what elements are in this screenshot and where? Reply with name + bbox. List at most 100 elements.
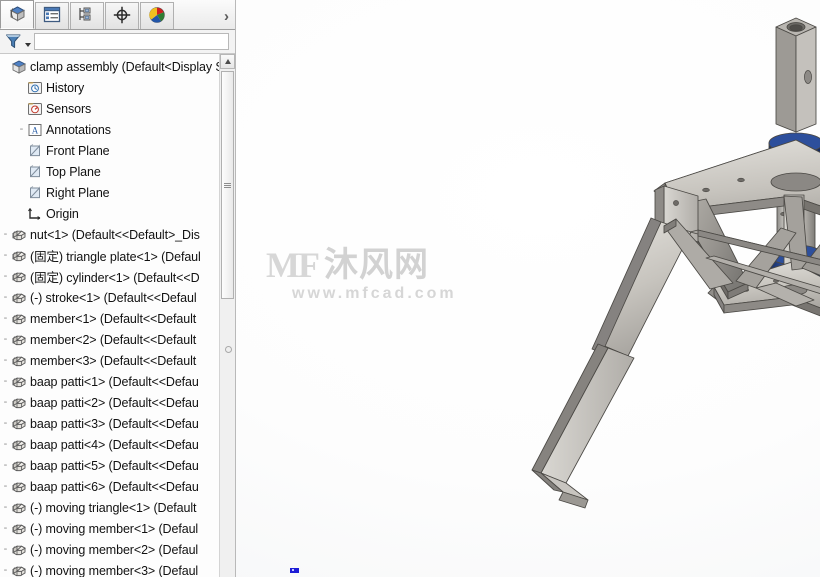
tree-node[interactable]: - (-) moving member<2> (Defaul [0,539,219,560]
tree-expand-toggle[interactable]: - [1,376,10,387]
tree-node[interactable]: - (固定) cylinder<1> (Default<<D [0,266,219,287]
tree-node[interactable]: Front Plane [0,140,219,161]
tree-node[interactable]: - member<2> (Default<<Default [0,329,219,350]
tree-filter-input[interactable] [34,33,229,50]
tree-node[interactable]: Right Plane [0,182,219,203]
tree-node-label: member<2> (Default<<Default [30,332,197,347]
display-manager-tab[interactable] [140,2,174,29]
sensors-icon [26,100,43,117]
dimxpert-manager-tab[interactable] [105,2,139,29]
configuration-manager-tab[interactable] [70,2,104,29]
tree-expand-toggle[interactable]: - [1,565,10,576]
tree-node-label: member<1> (Default<<Default [30,311,197,326]
annotations-icon: A [26,121,43,138]
part-icon [10,415,27,432]
filter-dropdown-arrow-icon[interactable] [25,42,31,47]
part-icon [10,289,27,306]
tree-node-label: (固定) cylinder<1> (Default<<D [30,271,200,285]
tree-expand-toggle[interactable]: - [1,355,10,366]
feature-tree-container: clamp assembly (Default<Display S History… [0,54,235,577]
tree-expand-toggle[interactable]: - [1,292,10,303]
tree-node[interactable]: - (-) moving member<3> (Defaul [0,560,219,577]
tree-node[interactable]: - (-) moving member<1> (Defaul [0,518,219,539]
tree-node-label: baap patti<3> (Default<<Defau [30,416,199,431]
tree-node-label: (-) stroke<1> (Default<<Defaul [30,290,197,305]
part-icon [10,247,27,264]
tree-node[interactable]: - baap patti<5> (Default<<Defau [0,455,219,476]
part-icon [10,520,27,537]
tree-node-label: baap patti<6> (Default<<Defau [30,479,199,494]
tree-expand-toggle[interactable]: - [1,313,10,324]
tree-node[interactable]: - baap patti<3> (Default<<Defau [0,413,219,434]
tree-node-label: Right Plane [46,185,110,200]
tree-expand-toggle[interactable]: - [1,229,10,240]
tree-node-label: (-) moving member<3> (Defaul [30,563,199,577]
tree-node-label: clamp assembly (Default<Display S [30,59,219,74]
tree-expand-toggle[interactable]: - [1,544,10,555]
funnel-filter-icon[interactable] [2,32,24,52]
feature-tree[interactable]: clamp assembly (Default<Display S History… [0,54,219,577]
property-manager-tab[interactable] [35,2,69,29]
part-icon [10,310,27,327]
origin-triad-icon [290,568,299,573]
tree-node[interactable]: - baap patti<2> (Default<<Defau [0,392,219,413]
origin-icon [26,205,43,222]
tree-expand-toggle[interactable]: - [1,334,10,345]
plane-icon [26,163,43,180]
tree-node-label: Front Plane [46,143,110,158]
tree-node-label: member<3> (Default<<Default [30,353,197,368]
part-icon [10,541,27,558]
tree-expand-toggle[interactable]: - [1,523,10,534]
tree-root-node[interactable]: clamp assembly (Default<Display S [0,56,219,77]
tree-expand-toggle[interactable]: - [1,271,10,282]
history-icon [26,79,43,96]
tree-node-label: baap patti<4> (Default<<Defau [30,437,199,452]
feature-manager-tab[interactable] [0,0,34,29]
tree-expand-toggle[interactable]: - [1,250,10,261]
list-panel-icon [43,6,61,26]
part-icon [10,457,27,474]
graphics-viewport[interactable]: MF 沐风网 www.mfcad.com [236,0,820,577]
tree-node-label: nut<1> (Default<<Default>_Dis [30,227,200,242]
tree-filter-bar [0,30,235,54]
part-icon [10,352,27,369]
tree-node[interactable]: - nut<1> (Default<<Default>_Dis [0,224,219,245]
tree-expand-toggle[interactable]: - [1,481,10,492]
tree-node[interactable]: - (固定) triangle plate<1> (Defaul [0,245,219,266]
blue-cube-icon [8,4,27,26]
tree-node[interactable]: - A Annotations [0,119,219,140]
tree-node-label: (-) moving member<2> (Defaul [30,542,199,557]
tree-expand-toggle[interactable]: - [1,502,10,513]
tree-expand-toggle[interactable]: - [1,418,10,429]
tree-expand-toggle[interactable]: - [17,124,26,135]
tree-node[interactable]: - member<3> (Default<<Default [0,350,219,371]
part-icon [10,394,27,411]
feature-tree-scrollbar[interactable] [219,54,235,577]
tree-node[interactable]: - (-) moving triangle<1> (Default [0,497,219,518]
tree-expand-toggle[interactable]: - [1,397,10,408]
tree-node[interactable]: - (-) stroke<1> (Default<<Defaul [0,287,219,308]
part-icon [10,499,27,516]
tree-node[interactable]: - baap patti<4> (Default<<Defau [0,434,219,455]
part-icon [10,373,27,390]
feature-manager-panel: › clamp assembly (Default<Display S Histo… [0,0,236,577]
part-icon [10,478,27,495]
tree-node[interactable]: Top Plane [0,161,219,182]
tree-node[interactable]: History [0,77,219,98]
tree-node-label: baap patti<5> (Default<<Defau [30,458,199,473]
tree-node-label: (固定) triangle plate<1> (Defaul [30,250,201,264]
more-tabs-chevron-icon[interactable]: › [224,9,229,24]
tree-node-label: (-) moving triangle<1> (Default [30,500,197,515]
tree-node[interactable]: - baap patti<1> (Default<<Defau [0,371,219,392]
scroll-up-button[interactable] [220,54,235,69]
panel-splitter-handle[interactable] [225,346,232,353]
tree-expand-toggle[interactable]: - [1,439,10,450]
tree-node[interactable]: - member<1> (Default<<Default [0,308,219,329]
scrollbar-thumb[interactable] [221,71,234,299]
tree-node-label: baap patti<1> (Default<<Defau [30,374,199,389]
tree-node[interactable]: Origin [0,203,219,224]
tree-expand-toggle[interactable]: - [1,460,10,471]
tree-node[interactable]: Sensors [0,98,219,119]
tree-node-label: Top Plane [46,164,101,179]
tree-node[interactable]: - baap patti<6> (Default<<Defau [0,476,219,497]
